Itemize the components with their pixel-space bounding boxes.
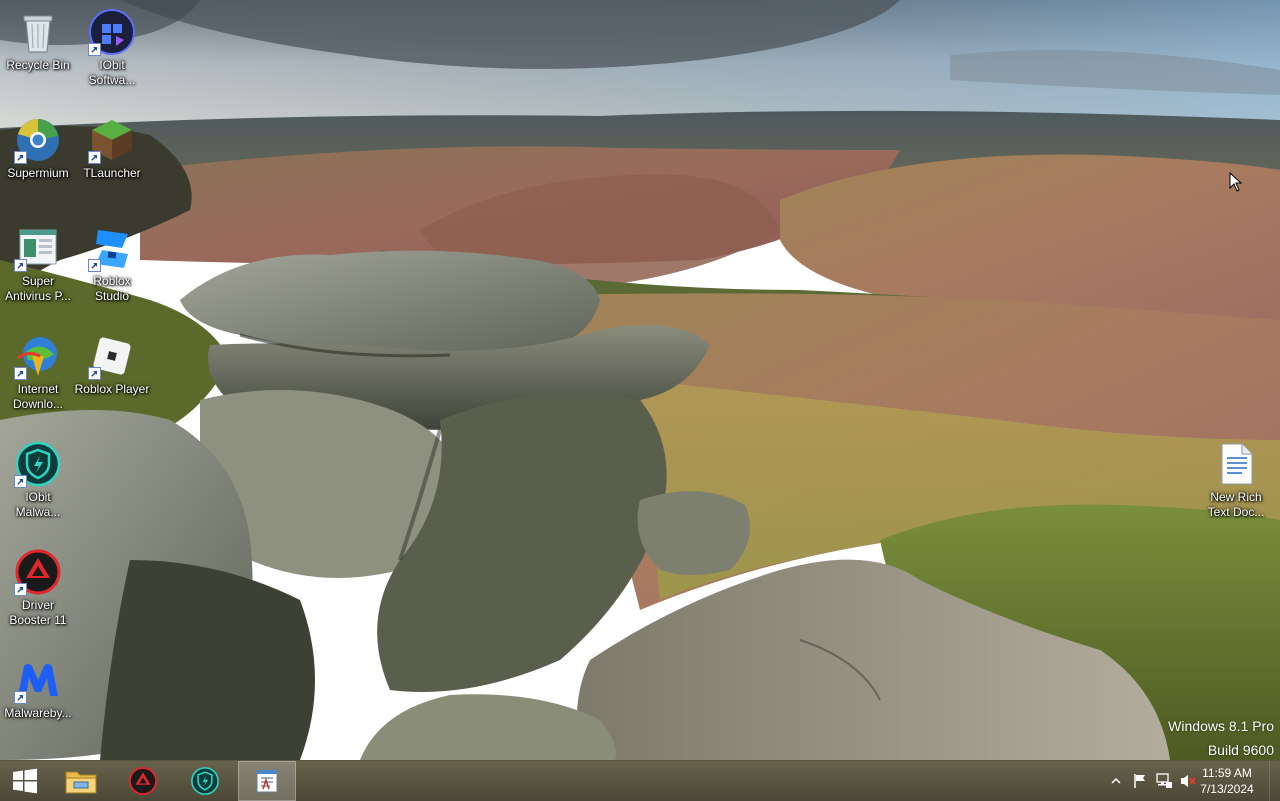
shortcut-arrow-icon <box>14 475 27 488</box>
wordpad-icon <box>256 769 278 793</box>
iobit-software-updater-icon <box>88 8 136 56</box>
chevron-up-icon <box>1111 777 1121 784</box>
taskbar[interactable]: 11:59 AM 7/13/2024 <box>0 760 1280 801</box>
desktop-icon-iobit-software-updater[interactable]: IObit Softwa... <box>74 6 150 112</box>
desktop-icon-driver-booster[interactable]: Driver Booster 11 <box>0 546 76 652</box>
clock-date: 7/13/2024 <box>1200 782 1254 796</box>
windows-start-icon <box>13 768 37 794</box>
file-explorer-icon <box>65 771 97 794</box>
driver-booster-icon <box>128 766 158 796</box>
flag-icon <box>1134 774 1145 788</box>
taskbar-file-explorer[interactable] <box>52 761 110 801</box>
desktop-icon-internet-download-manager[interactable]: Internet Downlo... <box>0 330 76 436</box>
desktop-icon-label: Internet Downlo... <box>12 382 64 411</box>
desktop-icon-label: IObit Softwa... <box>88 58 136 87</box>
driver-booster-icon <box>14 548 62 596</box>
desktop-icon-label: Roblox Studio <box>93 274 131 303</box>
taskbar-driver-booster[interactable] <box>114 761 172 801</box>
desktop-icon-super-antivirus[interactable]: Super Antivirus P... <box>0 222 76 328</box>
desktop-icon-recycle-bin[interactable]: Recycle Bin <box>0 6 76 112</box>
network-icon <box>1156 773 1172 788</box>
taskbar-iobit-malware-fighter[interactable] <box>176 761 234 801</box>
iobit-malware-fighter-icon <box>14 440 62 488</box>
malwarebytes-icon <box>14 656 62 704</box>
supermium-icon <box>14 116 62 164</box>
shortcut-arrow-icon <box>88 43 101 56</box>
desktop-icon-label: IObit Malwa... <box>15 490 61 519</box>
shortcut-arrow-icon <box>14 691 27 704</box>
desktop-icon-roblox-player[interactable]: Roblox Player <box>74 330 150 436</box>
desktop-icon-tlauncher[interactable]: TLauncher <box>74 114 150 220</box>
shortcut-arrow-icon <box>14 151 27 164</box>
wallpaper <box>0 0 1280 760</box>
super-antivirus-icon <box>14 224 62 272</box>
shortcut-arrow-icon <box>14 259 27 272</box>
recycle-bin-icon <box>14 8 62 56</box>
network-button[interactable] <box>1152 761 1176 801</box>
show-hidden-icons-button[interactable] <box>1104 761 1128 801</box>
desktop-icon-label: New Rich Text Doc... <box>1207 490 1265 519</box>
desktop-icon-label: Super Antivirus P... <box>5 274 71 303</box>
taskbar-clock[interactable]: 11:59 AM 7/13/2024 <box>1192 765 1262 797</box>
shortcut-arrow-icon <box>88 367 101 380</box>
desktop-icon-label: Recycle Bin <box>6 58 70 72</box>
system-tray <box>1104 761 1200 801</box>
clock-time: 11:59 AM <box>1202 766 1252 780</box>
action-center-button[interactable] <box>1128 761 1152 801</box>
desktop-icon-iobit-malware-fighter[interactable]: IObit Malwa... <box>0 438 76 544</box>
tlauncher-icon <box>88 116 136 164</box>
roblox-player-icon <box>88 332 136 380</box>
shortcut-arrow-icon <box>88 151 101 164</box>
start-button[interactable] <box>0 761 50 801</box>
mouse-cursor-icon <box>1229 172 1243 192</box>
watermark-build: Build 9600 <box>1207 742 1274 758</box>
desktop[interactable]: Recycle Bin IObit Softwa... Supermium TL… <box>0 0 1280 760</box>
desktop-icon-supermium[interactable]: Supermium <box>0 114 76 220</box>
desktop-icon-label: Supermium <box>7 166 69 180</box>
iobit-malware-fighter-icon <box>191 767 219 795</box>
shortcut-arrow-icon <box>88 259 101 272</box>
roblox-studio-icon <box>88 224 136 272</box>
desktop-icon-label: Malwareby... <box>4 706 72 720</box>
shortcut-arrow-icon <box>14 583 27 596</box>
watermark-edition: Windows 8.1 Pro <box>1168 718 1274 734</box>
desktop-icon-label: Driver Booster 11 <box>9 598 67 627</box>
rich-text-document-icon <box>1212 440 1260 488</box>
windows-version-watermark: Windows 8.1 Pro Build 9600 <box>1168 714 1274 760</box>
desktop-icon-roblox-studio[interactable]: Roblox Studio <box>74 222 150 328</box>
taskbar-wordpad[interactable] <box>238 761 296 801</box>
internet-download-manager-icon <box>14 332 62 380</box>
show-desktop-button[interactable] <box>1269 761 1280 801</box>
desktop-icon-label: TLauncher <box>83 166 141 180</box>
desktop-icon-malwarebytes[interactable]: Malwareby... <box>0 654 76 760</box>
desktop-icon-label: Roblox Player <box>74 382 150 396</box>
shortcut-arrow-icon <box>14 367 27 380</box>
desktop-icon-new-rich-text-document[interactable]: New Rich Text Doc... <box>1198 438 1274 544</box>
